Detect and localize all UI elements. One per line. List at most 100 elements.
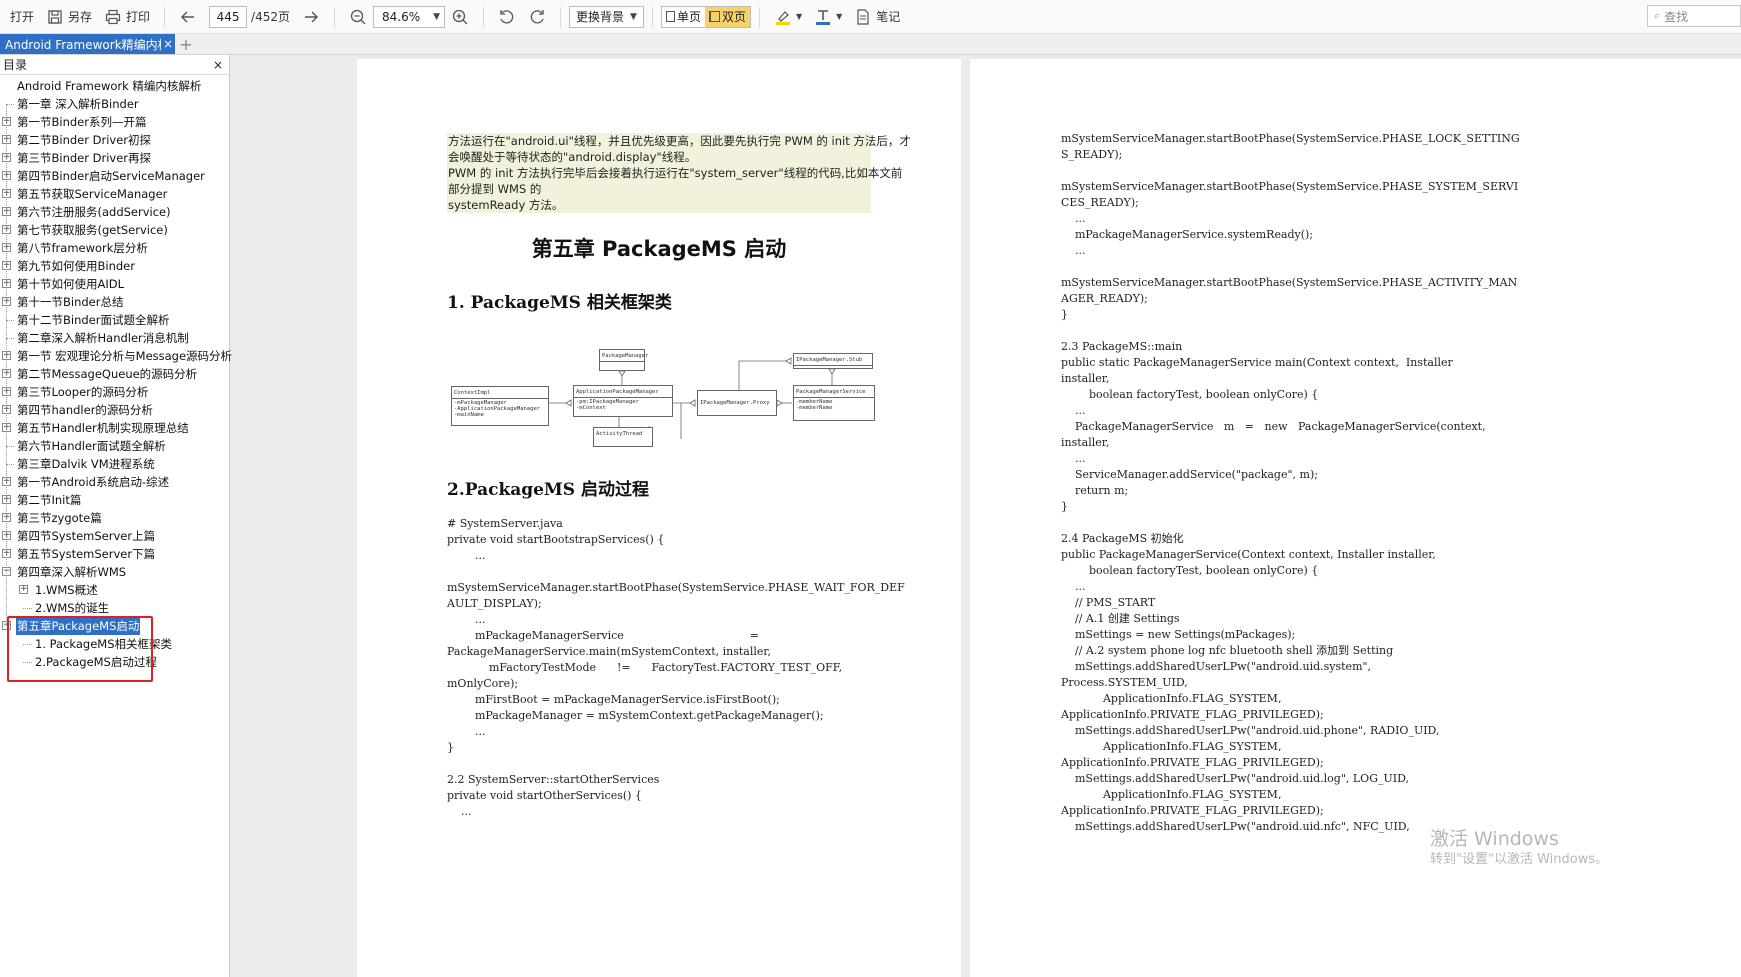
code-line: ... <box>1061 452 1086 465</box>
tree-line <box>6 104 7 626</box>
toc-item-label: 第十一节Binder总结 <box>17 295 124 309</box>
toc-item[interactable]: + 第五节获取ServiceManager <box>0 185 229 203</box>
toc-item[interactable]: 2.WMS的诞生 <box>0 599 229 617</box>
zoom-select[interactable]: 84.6% ▼ <box>373 5 445 28</box>
toc-item[interactable]: + 第三节zygote篇 <box>0 509 229 527</box>
activation-watermark-subtitle: 转到"设置"以激活 Windows。 <box>1430 852 1609 867</box>
toc-item[interactable]: + 第五节SystemServer下篇 <box>0 545 229 563</box>
toc-item-label: 第五节Handler机制实现原理总结 <box>17 421 189 435</box>
toc-sidebar: 目录 × Android Framework 精编内核解析 第一章 深入解析Bin… <box>0 55 232 977</box>
toc-item[interactable]: 第一章 深入解析Binder <box>0 95 229 113</box>
code-line: mSettings = new Settings(mPackages); <box>1061 628 1296 641</box>
toc-item[interactable]: + 第四节SystemServer上篇 <box>0 527 229 545</box>
print-button[interactable]: 打印 <box>98 5 156 29</box>
toc-item[interactable]: + 第十一节Binder总结 <box>0 293 229 311</box>
code-line: return m; <box>1061 484 1129 497</box>
toc-item[interactable]: − 第四章深入解析WMS <box>0 563 229 581</box>
zoom-out-button[interactable] <box>343 5 373 29</box>
zoom-out-icon <box>349 8 367 26</box>
single-page-label: 单页 <box>676 10 701 24</box>
open-button[interactable]: 打开 <box>4 5 40 29</box>
page-number-input[interactable]: 445 <box>209 5 248 28</box>
search-input[interactable]: ⌕ 查找 <box>1647 5 1741 27</box>
highlight-line: 会唤醒处于等待状态的"android.display"线程。 <box>448 150 697 164</box>
separator <box>560 6 561 27</box>
toc-item-label: 第一节Android系统启动-综述 <box>17 475 170 489</box>
toc-title: 目录 <box>3 58 28 72</box>
toc-item[interactable]: + 第七节获取服务(getService) <box>0 221 229 239</box>
code-line: // A.2 system phone log nfc bluetooth sh… <box>1061 644 1394 657</box>
toc-item-label: 第四节Binder启动ServiceManager <box>17 169 205 183</box>
previous-page-button[interactable] <box>173 5 203 29</box>
next-page-button[interactable] <box>296 5 326 29</box>
toc-item[interactable]: + 第十节如何使用AIDL <box>0 275 229 293</box>
toc-item[interactable]: + 第六节注册服务(addService) <box>0 203 229 221</box>
code-line: ... <box>1061 212 1086 225</box>
toc-item[interactable]: 第三章Dalvik VM进程系统 <box>0 455 229 473</box>
toc-item[interactable]: 第六节Handler面试题全解析 <box>0 437 229 455</box>
new-tab-button[interactable]: + <box>175 34 197 54</box>
toc-item[interactable]: + 第二节Init篇 <box>0 491 229 509</box>
code-line: mFactoryTestMode != FactoryTest.FACTORY_… <box>447 661 843 674</box>
highlight-color-button[interactable]: ▼ <box>768 5 808 29</box>
toc-item[interactable]: +1.WMS概述 <box>0 581 229 599</box>
background-select[interactable]: 更换背景 ▼ <box>569 5 644 28</box>
arrow-right-icon <box>302 8 320 26</box>
toc-item[interactable]: + 第四节Binder启动ServiceManager <box>0 167 229 185</box>
code-line: ApplicationInfo.PRIVATE_FLAG_PRIVILEGED)… <box>1061 804 1324 817</box>
selection-highlight-box <box>7 616 153 682</box>
close-icon[interactable]: × <box>213 58 223 72</box>
toc-item-label: 第二节Init篇 <box>17 493 82 507</box>
save-as-button[interactable]: 另存 <box>40 5 98 29</box>
toc-item[interactable]: + 第三节Binder Driver再探 <box>0 149 229 167</box>
tab-title: Android Framework精编内核解析 <box>5 37 161 52</box>
toc-item[interactable]: + 第五节Handler机制实现原理总结 <box>0 419 229 437</box>
tab-close-icon[interactable]: × <box>161 37 175 51</box>
toc-item[interactable]: + 第一节Binder系列—开篇 <box>0 113 229 131</box>
notes-button[interactable]: 笔记 <box>848 5 906 29</box>
toc-item[interactable]: Android Framework 精编内核解析 <box>0 77 229 95</box>
code-line: boolean factoryTest, boolean onlyCore) { <box>1061 388 1319 401</box>
double-page-button[interactable]: 双页 <box>704 6 750 27</box>
uml-context-impl: ContextImpl -mPackageManager -Applicatio… <box>451 386 549 426</box>
code-line: ApplicationInfo.PRIVATE_FLAG_PRIVILEGED)… <box>1061 708 1324 721</box>
rotate-left-icon <box>498 8 516 26</box>
toc-item[interactable]: + 第八节framework层分析 <box>0 239 229 257</box>
toc-item[interactable]: + 第九节如何使用Binder <box>0 257 229 275</box>
text-color-icon <box>814 8 832 26</box>
code-line: 2.4 PackageMS 初始化 <box>1061 532 1184 545</box>
toc-item[interactable]: + 第四节handler的源码分析 <box>0 401 229 419</box>
code-line: ApplicationInfo.PRIVATE_FLAG_PRIVILEGED)… <box>1061 756 1324 769</box>
toc-item[interactable]: + 第二节Binder Driver初探 <box>0 131 229 149</box>
toc-item-label: 第三节Looper的源码分析 <box>17 385 149 399</box>
toc-item[interactable]: + 第一节 宏观理论分析与Message源码分析 <box>0 347 232 365</box>
zoom-in-button[interactable] <box>445 5 475 29</box>
text-color-button[interactable]: ▼ <box>808 5 848 29</box>
code-line: ... <box>447 549 486 562</box>
toc-item[interactable]: + 第一节Android系统启动-综述 <box>0 473 229 491</box>
single-page-button[interactable]: 单页 <box>662 7 705 27</box>
code-line: CES_READY); <box>1061 196 1139 209</box>
toc-item[interactable]: + 第二节MessageQueue的源码分析 <box>0 365 229 383</box>
single-page-icon <box>665 11 675 22</box>
separator <box>483 6 484 27</box>
toc-item-label: 第十节如何使用AIDL <box>17 277 125 291</box>
toc-item[interactable]: + 第三节Looper的源码分析 <box>0 383 229 401</box>
code-line: ... <box>1061 404 1086 417</box>
toc-item[interactable]: 第二章深入解析Handler消息机制 <box>0 329 229 347</box>
toc-tree: Android Framework 精编内核解析 第一章 深入解析Binder + 第… <box>0 75 232 671</box>
code-line: mSystemServiceManager.startBootPhase(Sys… <box>1061 276 1518 289</box>
expand-icon[interactable]: + <box>19 585 28 594</box>
code-line: installer, <box>1061 436 1110 449</box>
code-line: ... <box>447 613 486 626</box>
rotate-right-button[interactable] <box>522 5 552 29</box>
toc-item[interactable]: 第十二节Binder面试题全解析 <box>0 311 229 329</box>
chevron-down-icon: ▼ <box>795 12 803 21</box>
code-line: mSystemServiceManager.startBootPhase(Sys… <box>1061 180 1519 193</box>
toc-item-label: 1.WMS概述 <box>35 583 98 597</box>
code-line: private void startOtherServices() { <box>447 789 642 802</box>
tab-document[interactable]: Android Framework精编内核解析 × <box>0 34 175 54</box>
rotate-left-button[interactable] <box>492 5 522 29</box>
